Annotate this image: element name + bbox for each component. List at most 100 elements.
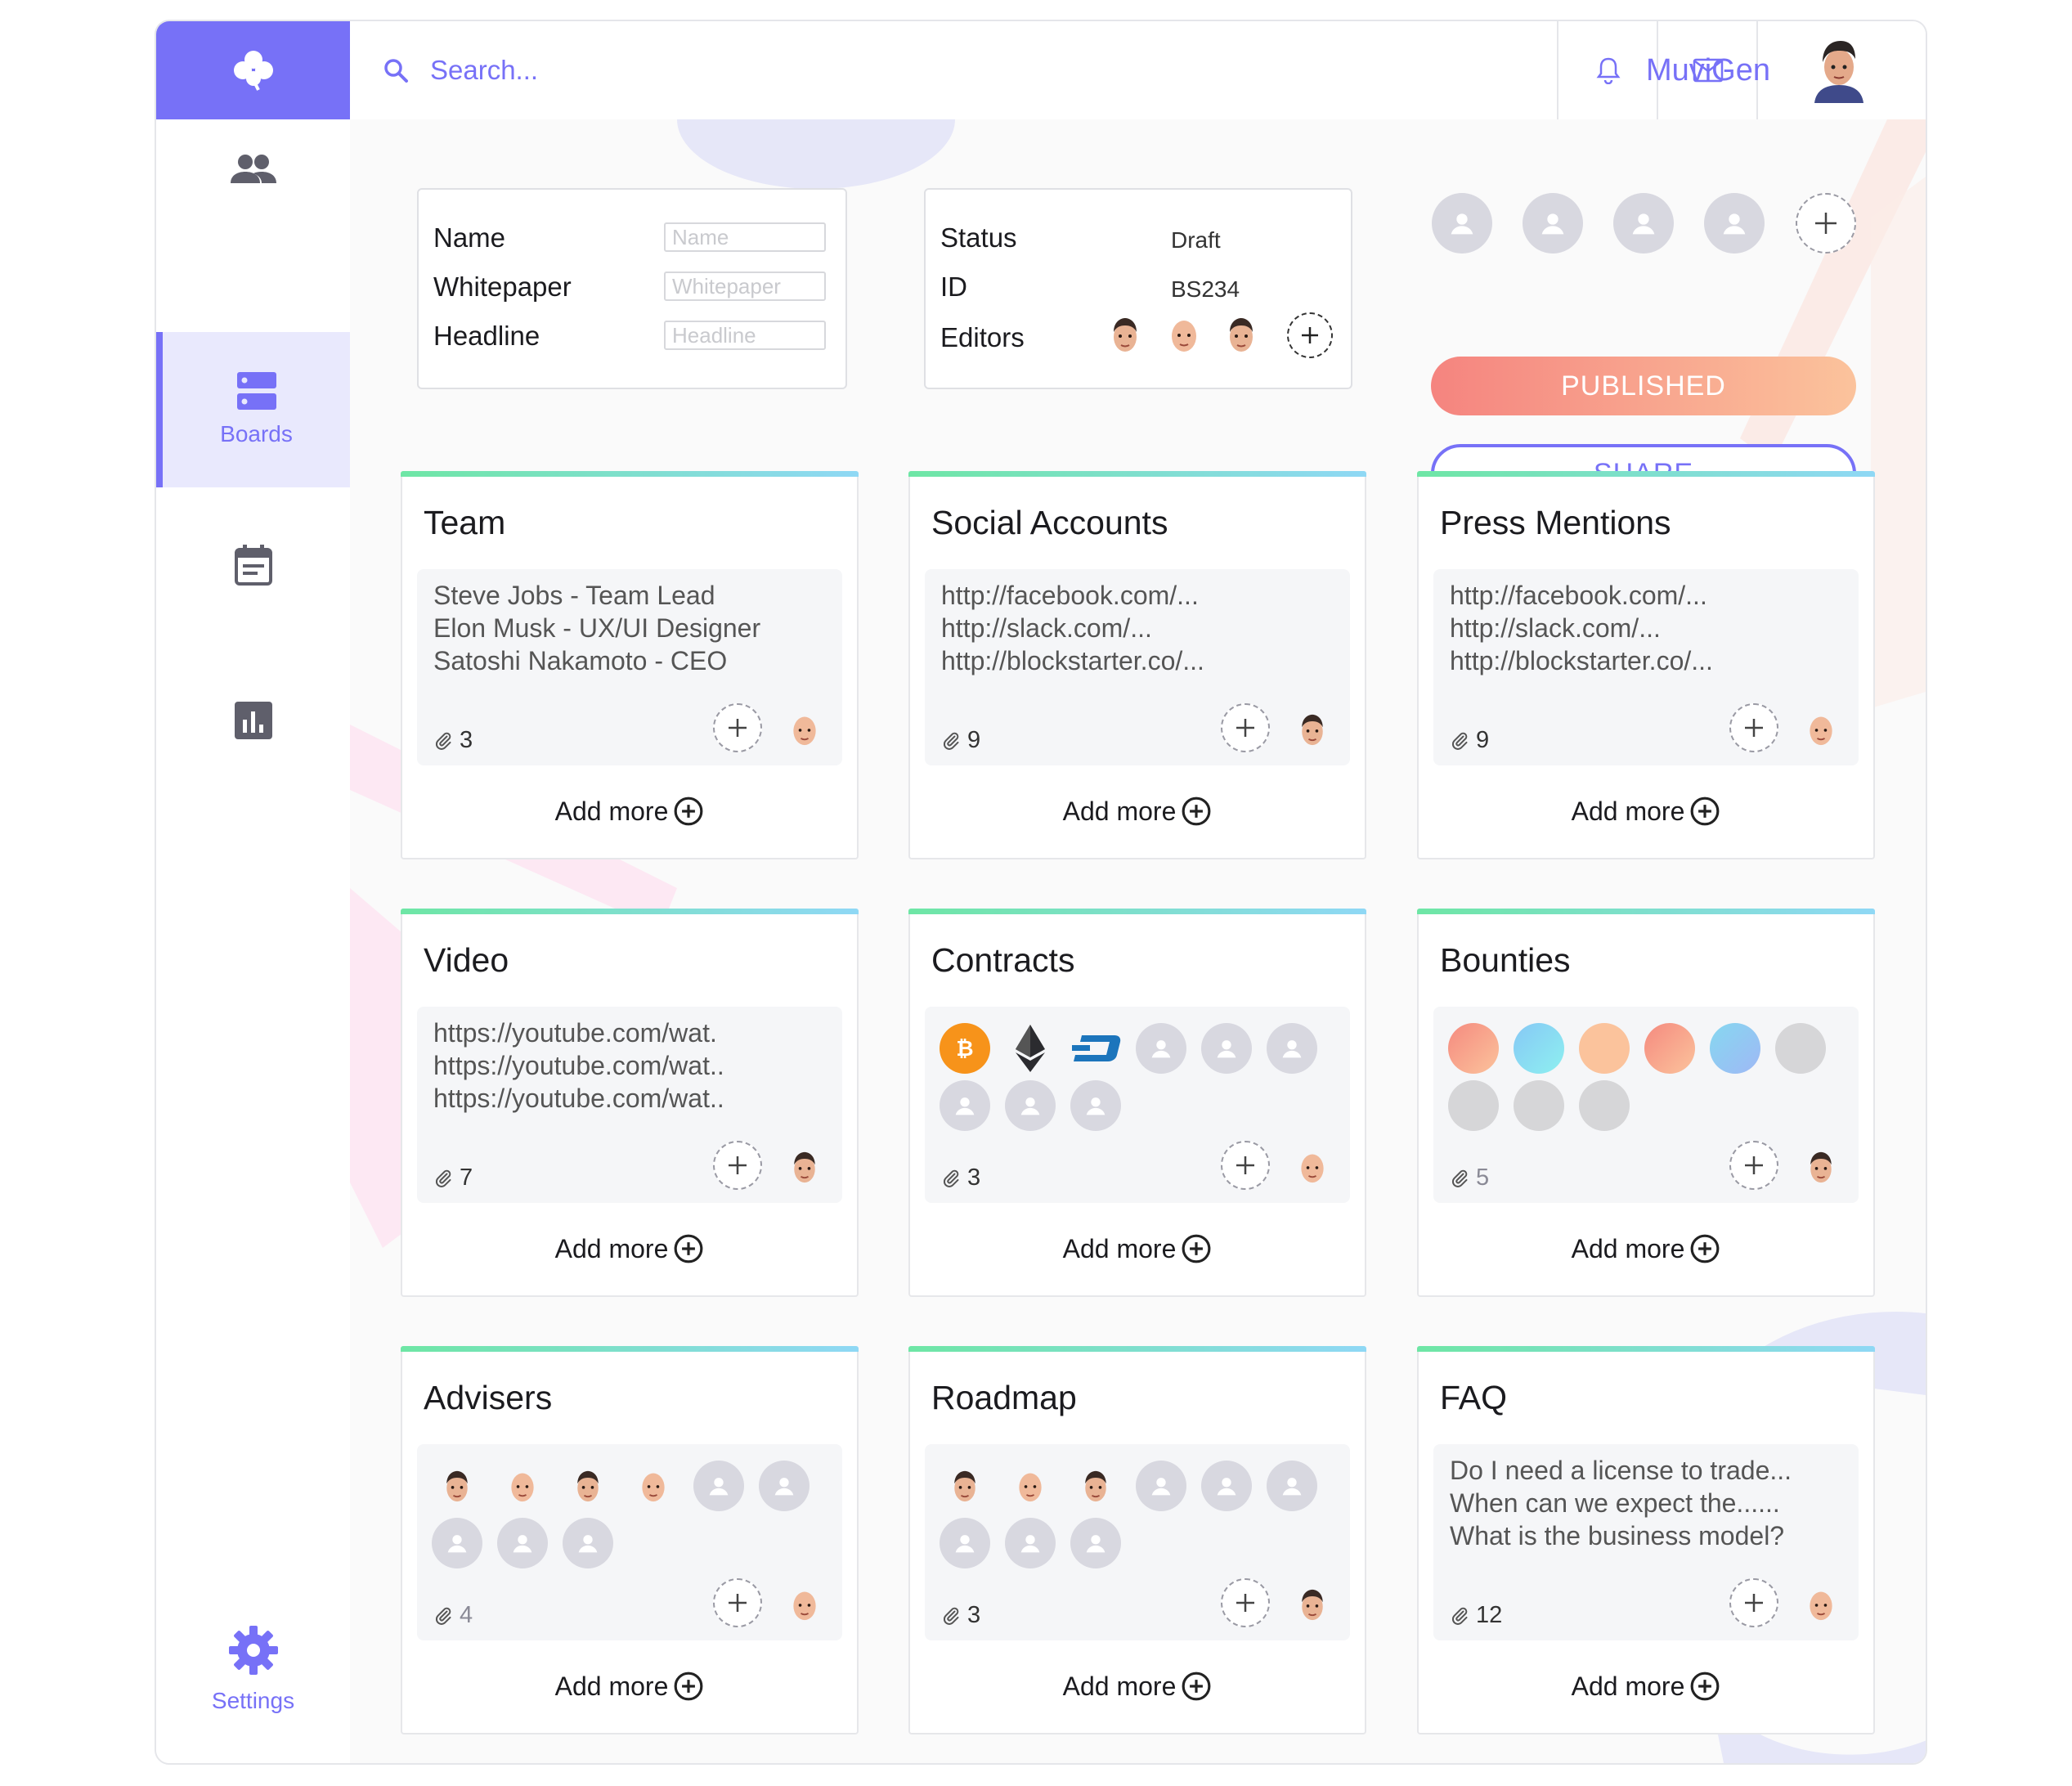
placeholder-avatar[interactable] (1136, 1461, 1186, 1511)
collaborator-avatar[interactable] (1613, 193, 1674, 254)
placeholder-avatar[interactable] (497, 1518, 548, 1568)
attachments-count[interactable]: 5 (1450, 1164, 1489, 1191)
card-content[interactable]: https://youtube.com/wat. https://youtube.… (417, 1007, 842, 1203)
sidebar-item-people[interactable] (156, 119, 350, 218)
board-card-bounties[interactable]: Bounties 5 Add more (1417, 909, 1875, 1297)
bounty-swatch[interactable] (1448, 1023, 1499, 1074)
add-more-button[interactable]: Add more (1419, 796, 1873, 827)
placeholder-avatar[interactable] (759, 1461, 810, 1511)
bounty-swatch[interactable] (1710, 1023, 1760, 1074)
board-card-team[interactable]: Team Steve Jobs - Team Lead Elon Musk - UX… (401, 471, 859, 859)
member-avatar[interactable] (628, 1461, 679, 1511)
bounty-swatch[interactable] (1579, 1023, 1630, 1074)
add-more-button[interactable]: Add more (910, 796, 1365, 827)
placeholder-avatar[interactable] (1136, 1023, 1186, 1074)
board-card-roadmap[interactable]: Roadmap 3 Add more (908, 1346, 1366, 1734)
add-more-button[interactable]: Add more (402, 1233, 857, 1264)
placeholder-avatar[interactable] (1267, 1023, 1317, 1074)
placeholder-avatar[interactable] (1070, 1080, 1121, 1131)
add-editor-button[interactable] (1287, 312, 1333, 358)
attachments-count[interactable]: 9 (941, 727, 980, 754)
attachments-count[interactable]: 9 (1450, 727, 1489, 754)
headline-input[interactable] (664, 321, 826, 350)
assignee-avatar[interactable] (1805, 710, 1837, 749)
bounty-swatch[interactable] (1775, 1023, 1826, 1074)
search-input[interactable] (428, 54, 922, 87)
card-content[interactable]: 4 (417, 1444, 842, 1640)
placeholder-avatar[interactable] (940, 1080, 990, 1131)
editor-avatar[interactable] (1107, 314, 1143, 355)
add-member-button[interactable] (713, 703, 762, 752)
editor-avatar[interactable] (1166, 314, 1202, 355)
member-avatar[interactable] (563, 1461, 613, 1511)
member-avatar[interactable] (432, 1461, 482, 1511)
attachments-count[interactable]: 3 (433, 727, 473, 754)
sidebar-item-calendar[interactable] (156, 487, 350, 643)
collaborator-avatar[interactable] (1704, 193, 1765, 254)
collaborator-avatar[interactable] (1523, 193, 1583, 254)
add-member-button[interactable] (1729, 703, 1778, 752)
assignee-avatar[interactable] (1805, 1585, 1837, 1624)
add-more-button[interactable]: Add more (1419, 1233, 1873, 1264)
add-more-button[interactable]: Add more (1419, 1671, 1873, 1702)
card-content[interactable]: 5 (1433, 1007, 1859, 1203)
add-more-button[interactable]: Add more (402, 796, 857, 827)
card-content[interactable]: Do I need a license to trade... When can … (1433, 1444, 1859, 1640)
assignee-avatar[interactable] (1296, 1147, 1329, 1187)
user-avatar[interactable] (1811, 38, 1867, 103)
name-input[interactable] (664, 222, 826, 252)
add-member-button[interactable] (713, 1141, 762, 1190)
bounty-swatch[interactable] (1448, 1080, 1499, 1131)
attachments-count[interactable]: 3 (941, 1164, 980, 1191)
placeholder-avatar[interactable] (1005, 1518, 1056, 1568)
user-name[interactable]: MuviGen (1646, 21, 1770, 119)
board-card-video[interactable]: Video https://youtube.com/wat. https://you… (401, 909, 859, 1297)
assignee-avatar[interactable] (1296, 1585, 1329, 1624)
card-content[interactable]: Steve Jobs - Team Lead Elon Musk - UX/UI … (417, 569, 842, 765)
placeholder-avatar[interactable] (940, 1518, 990, 1568)
editor-avatar[interactable] (1223, 314, 1259, 355)
attachments-count[interactable]: 7 (433, 1164, 473, 1191)
app-logo[interactable] (156, 21, 350, 119)
member-avatar[interactable] (940, 1461, 990, 1511)
add-member-button[interactable] (713, 1578, 762, 1627)
card-content[interactable]: http://facebook.com/... http://slack.com/… (1433, 569, 1859, 765)
bounty-swatch[interactable] (1514, 1023, 1564, 1074)
board-card-social-accounts[interactable]: Social Accounts http://facebook.com/... ht… (908, 471, 1366, 859)
sidebar-item-stats[interactable] (156, 643, 350, 798)
assignee-avatar[interactable] (788, 710, 821, 749)
member-avatar[interactable] (1005, 1461, 1056, 1511)
attachments-count[interactable]: 4 (433, 1602, 473, 1629)
add-member-button[interactable] (1221, 1141, 1270, 1190)
placeholder-avatar[interactable] (1070, 1518, 1121, 1568)
placeholder-avatar[interactable] (1201, 1023, 1252, 1074)
attachments-count[interactable]: 12 (1450, 1602, 1502, 1629)
placeholder-avatar[interactable] (1201, 1461, 1252, 1511)
add-collaborator-button[interactable] (1796, 193, 1856, 254)
placeholder-avatar[interactable] (563, 1518, 613, 1568)
placeholder-avatar[interactable] (1005, 1080, 1056, 1131)
add-more-button[interactable]: Add more (910, 1671, 1365, 1702)
assignee-avatar[interactable] (788, 1585, 821, 1624)
card-content[interactable]: ₿ 3 (925, 1007, 1350, 1203)
assignee-avatar[interactable] (1805, 1147, 1837, 1187)
collaborator-avatar[interactable] (1432, 193, 1492, 254)
assignee-avatar[interactable] (1296, 710, 1329, 749)
attachments-count[interactable]: 3 (941, 1602, 980, 1629)
bounty-swatch[interactable] (1579, 1080, 1630, 1131)
whitepaper-input[interactable] (664, 271, 826, 301)
assignee-avatar[interactable] (788, 1147, 821, 1187)
add-member-button[interactable] (1221, 703, 1270, 752)
bounty-swatch[interactable] (1514, 1080, 1564, 1131)
placeholder-avatar[interactable] (1267, 1461, 1317, 1511)
add-member-button[interactable] (1729, 1578, 1778, 1627)
add-more-button[interactable]: Add more (402, 1671, 857, 1702)
board-card-advisers[interactable]: Advisers 4 Add more (401, 1346, 859, 1734)
board-card-press-mentions[interactable]: Press Mentions http://facebook.com/... htt… (1417, 471, 1875, 859)
sidebar-item-settings[interactable]: Settings (156, 1600, 350, 1739)
board-card-contracts[interactable]: Contracts ₿ 3 Add more (908, 909, 1366, 1297)
member-avatar[interactable] (1070, 1461, 1121, 1511)
member-avatar[interactable] (497, 1461, 548, 1511)
bounty-swatch[interactable] (1644, 1023, 1695, 1074)
add-more-button[interactable]: Add more (910, 1233, 1365, 1264)
